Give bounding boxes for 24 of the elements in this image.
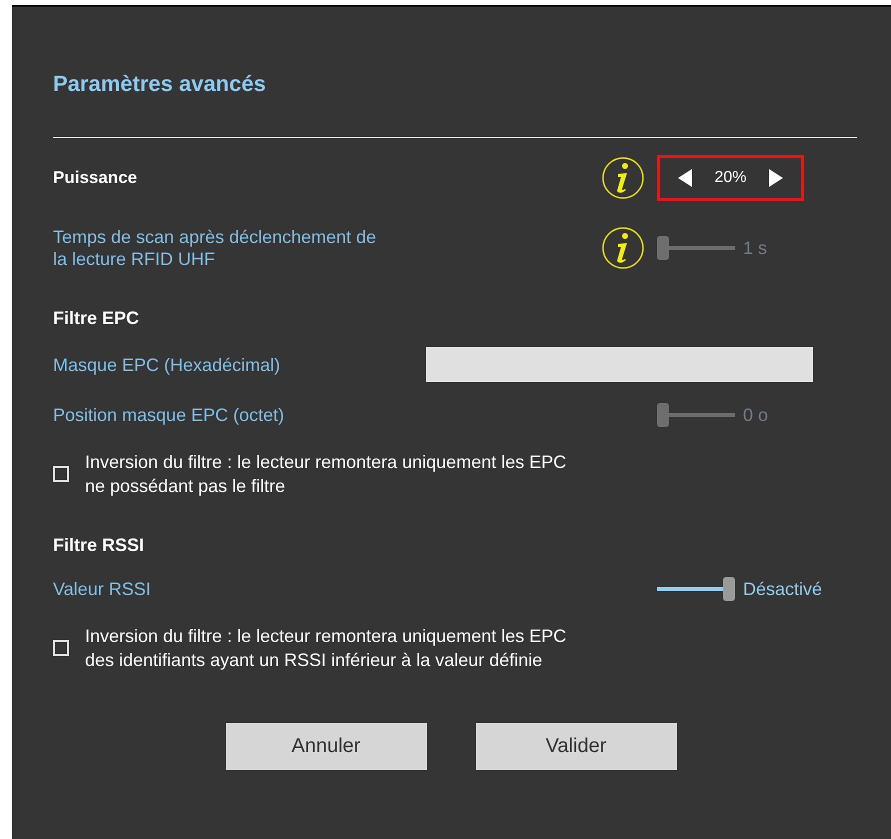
power-value: 20% xyxy=(714,169,747,187)
checkbox[interactable] xyxy=(53,640,69,656)
info-icon[interactable] xyxy=(601,156,645,200)
setting-label: Position masque EPC (octet) xyxy=(53,404,284,426)
cancel-button[interactable]: Annuler xyxy=(226,723,426,770)
confirm-button[interactable]: Valider xyxy=(476,723,676,770)
slider-reading: 0 o xyxy=(743,404,768,426)
dialog-title: Paramètres avancés xyxy=(53,71,267,97)
setting-label: Temps de scan après déclenchement de la lecture RFID UHF xyxy=(53,226,378,270)
slider-reading: Désactivé xyxy=(743,578,822,600)
input-field[interactable] xyxy=(426,347,813,382)
power-stepper[interactable]: 20% xyxy=(657,155,804,201)
left-arrow-icon[interactable] xyxy=(678,169,692,187)
setting-label: Masque EPC (Hexadécimal) xyxy=(53,354,280,376)
checkbox-label: Inversion du filtre : le lecteur remontera uniquement les EPC ne possédant pas le filtre xyxy=(85,451,568,498)
setting-label: Valeur RSSI xyxy=(53,578,151,600)
setting-label: Puissance xyxy=(53,167,138,189)
checkbox[interactable] xyxy=(53,466,69,482)
section-heading: Filtre EPC xyxy=(53,308,140,328)
checkbox-label: Inversion du filtre : le lecteur remontera uniquement les EPC des identifiants ayant un RSSI inférieur à la valeur définie xyxy=(85,625,568,672)
right-arrow-icon[interactable] xyxy=(769,169,783,187)
slider-reading: 1 s xyxy=(743,238,768,258)
section-heading: Filtre RSSI xyxy=(53,534,144,556)
slider-thumb[interactable] xyxy=(723,577,735,601)
